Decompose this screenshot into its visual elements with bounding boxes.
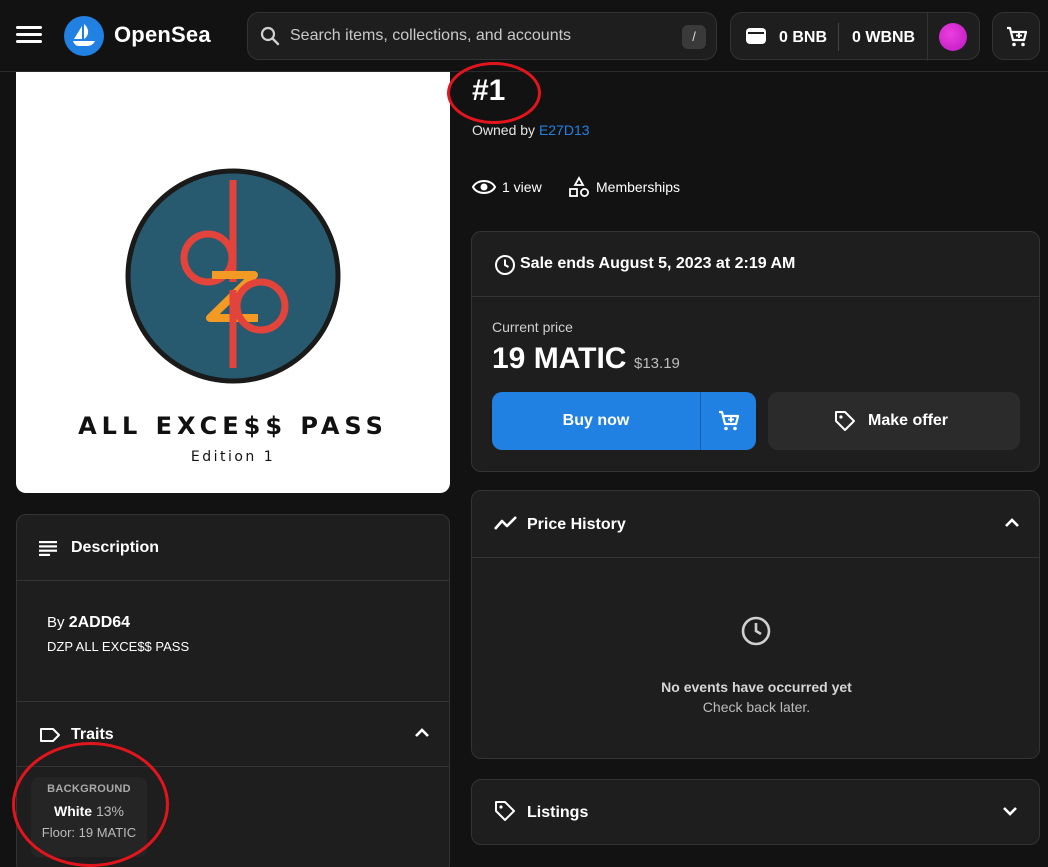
- traits-header[interactable]: Traits: [17, 701, 449, 767]
- description-creator: By 2ADD64: [47, 614, 130, 632]
- tag-icon: [835, 411, 855, 431]
- menu-icon[interactable]: [16, 24, 42, 46]
- top-nav: OpenSea / 0 BNB 0 WBNB: [0, 0, 1048, 72]
- eye-icon: [472, 180, 496, 194]
- tag-icon: [495, 801, 515, 821]
- balance-divider: [838, 23, 839, 51]
- owner-line: Owned by E27D13: [472, 122, 590, 138]
- buy-now-label: Buy now: [562, 412, 630, 429]
- brand-name[interactable]: OpenSea: [114, 22, 211, 48]
- price-history-heading: Price History: [527, 516, 626, 533]
- trait-type: BACKGROUND: [47, 783, 131, 795]
- chevron-down-icon[interactable]: [1003, 806, 1017, 816]
- sale-panel: Sale ends August 5, 2023 at 2:19 AM Curr…: [471, 231, 1040, 472]
- artwork-edition: Edition 1: [190, 449, 276, 465]
- check-back-message: Check back later.: [702, 699, 811, 715]
- buy-now-button[interactable]: Buy now: [492, 392, 756, 450]
- chevron-up-icon[interactable]: [415, 728, 429, 738]
- avatar-divider: [927, 13, 928, 61]
- creator-link[interactable]: 2ADD64: [69, 614, 130, 631]
- cart-button[interactable]: [992, 12, 1040, 60]
- clock-icon: [495, 255, 515, 275]
- listings-panel[interactable]: Listings: [471, 779, 1040, 845]
- view-count: 1 view: [502, 179, 542, 195]
- clock-icon: [741, 616, 771, 646]
- listings-heading: Listings: [527, 804, 589, 821]
- cart-icon: [719, 410, 740, 431]
- trait-floor: Floor: 19 MATIC: [41, 825, 137, 840]
- dzp-logo-artwork: [125, 168, 341, 384]
- search-input[interactable]: [290, 23, 670, 49]
- opensea-logo-icon[interactable]: [64, 16, 104, 56]
- trend-line-icon: [494, 516, 517, 530]
- description-text: DZP ALL EXCE$$ PASS: [47, 639, 190, 654]
- nft-image[interactable]: ALL EXCE$$ PASS Edition 1: [16, 72, 450, 493]
- wbnb-balance: 0 WBNB: [852, 29, 916, 46]
- price-history-panel: Price History No events have occurred ye…: [471, 490, 1040, 759]
- owner-link[interactable]: E27D13: [539, 122, 590, 138]
- shapes-icon: [569, 176, 589, 197]
- chevron-up-icon[interactable]: [1005, 518, 1019, 528]
- item-title: #1: [472, 74, 506, 107]
- make-offer-label: Make offer: [868, 412, 949, 429]
- sale-header: Sale ends August 5, 2023 at 2:19 AM: [472, 232, 1039, 297]
- search-icon: [260, 26, 280, 46]
- price-history-header[interactable]: Price History: [472, 491, 1039, 558]
- current-price: 19 MATIC: [492, 342, 627, 375]
- wallet-balance[interactable]: 0 BNB 0 WBNB: [730, 12, 980, 61]
- cart-icon: [1007, 26, 1028, 47]
- price-usd: $13.19: [634, 355, 680, 372]
- trait-value: White 13%: [31, 803, 147, 819]
- description-heading: Description: [71, 539, 160, 556]
- by-prefix: By: [47, 614, 65, 631]
- make-offer-button[interactable]: Make offer: [768, 392, 1020, 450]
- category-link[interactable]: Memberships: [596, 179, 680, 195]
- add-to-cart-button[interactable]: [701, 392, 756, 450]
- no-events-message: No events have occurred yet: [661, 679, 852, 695]
- trait-value-text: White: [53, 803, 93, 819]
- search-shortcut-badge: /: [682, 25, 706, 49]
- description-header[interactable]: Description: [17, 515, 449, 581]
- text-lines-icon: [39, 541, 57, 556]
- bnb-balance: 0 BNB: [779, 29, 828, 46]
- current-price-label: Current price: [492, 319, 573, 335]
- description-panel: Description By 2ADD64 DZP ALL EXCE$$ PAS…: [16, 514, 450, 867]
- sale-end-text: Sale ends August 5, 2023 at 2:19 AM: [520, 255, 796, 272]
- artwork-title: ALL EXCE$$ PASS: [78, 412, 388, 440]
- profile-avatar[interactable]: [939, 23, 967, 51]
- trait-rarity: 13%: [95, 803, 125, 819]
- tag-icon: [40, 728, 60, 742]
- trait-card[interactable]: BACKGROUND White 13% Floor: 19 MATIC: [31, 777, 147, 857]
- wallet-icon: [746, 28, 766, 44]
- search-bar[interactable]: /: [247, 12, 717, 60]
- traits-heading: Traits: [71, 726, 114, 743]
- owned-by-label: Owned by: [472, 122, 536, 138]
